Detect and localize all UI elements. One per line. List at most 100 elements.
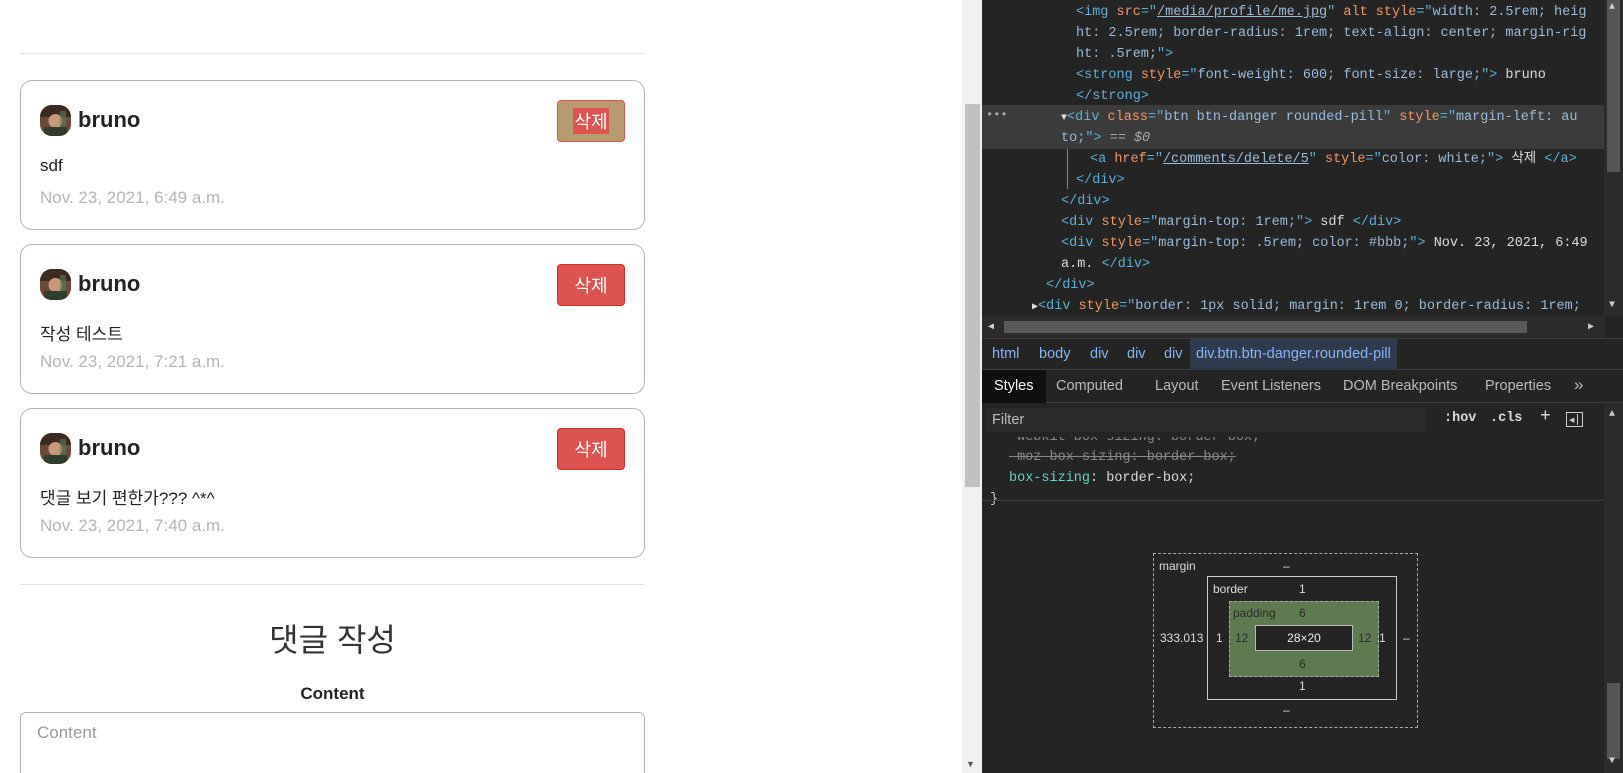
- tab-computed[interactable]: Computed: [1056, 378, 1123, 394]
- comment-body: 댓글 보기 편한가??? ^*^: [40, 489, 215, 508]
- padding-top-value[interactable]: 6: [1299, 606, 1306, 620]
- code-line[interactable]: </div>: [1076, 170, 1125, 191]
- comment-write-title: 댓글 작성: [269, 622, 396, 658]
- elements-hscrollbar[interactable]: ◀ ▶: [982, 316, 1605, 338]
- avatar: [40, 433, 71, 464]
- hov-button[interactable]: :hov: [1444, 411, 1476, 426]
- comment-date: Nov. 23, 2021, 6:49 a.m.: [40, 188, 225, 207]
- avatar: [40, 105, 71, 136]
- more-tabs-icon[interactable]: »: [1574, 375, 1583, 395]
- border-bottom-value[interactable]: 1: [1299, 679, 1306, 693]
- comment-date: Nov. 23, 2021, 7:40 a.m.: [40, 516, 225, 535]
- box-model-content[interactable]: 28×20: [1255, 625, 1353, 651]
- comment-card: bruno 삭제 댓글 보기 편한가??? ^*^ Nov. 23, 2021,…: [20, 408, 645, 558]
- code-line[interactable]: ▶<div style="border: 1px solid; margin: …: [1032, 296, 1581, 316]
- scroll-down-arrow-icon[interactable]: ▼: [966, 759, 975, 769]
- scroll-down-arrow-icon[interactable]: ▼: [1609, 756, 1615, 767]
- filter-bar: :hov .cls + ◀: [982, 403, 1623, 437]
- code-line[interactable]: ht: 2.5rem; border-radius: 1rem; text-al…: [1076, 23, 1586, 44]
- scroll-left-arrow-icon[interactable]: ◀: [988, 321, 994, 333]
- cls-button[interactable]: .cls: [1490, 411, 1522, 426]
- code-line[interactable]: </strong>: [1076, 86, 1149, 107]
- content-label: Content: [300, 684, 365, 703]
- page-scroll-thumb[interactable]: [965, 104, 980, 487]
- elements-hscroll-thumb[interactable]: [1004, 321, 1527, 333]
- styles-vscrollbar[interactable]: ▲ ▼: [1604, 403, 1623, 773]
- breadcrumb-item[interactable]: body: [1039, 346, 1070, 362]
- tab-event-listeners[interactable]: Event Listeners: [1221, 378, 1321, 394]
- elements-vscroll-thumb[interactable]: [1607, 0, 1620, 172]
- padding-label: padding: [1233, 606, 1276, 620]
- breadcrumb-item[interactable]: div: [1127, 346, 1146, 362]
- comment-body: sdf: [40, 156, 63, 175]
- style-declaration[interactable]: -moz-box-sizing: border-box;: [1009, 447, 1236, 468]
- divider: [20, 53, 645, 54]
- breadcrumb-item[interactable]: html: [992, 346, 1019, 362]
- elements-vscrollbar[interactable]: ▲ ▼: [1604, 0, 1623, 316]
- code-line[interactable]: <div style="margin-top: .5rem; color: #b…: [1061, 233, 1588, 254]
- delete-button-label[interactable]: 삭제: [573, 108, 609, 134]
- border-right-value[interactable]: 1: [1379, 631, 1386, 645]
- margin-left-value[interactable]: 333.013: [1160, 631, 1203, 645]
- style-declaration[interactable]: box-sizing: border-box;: [1009, 468, 1195, 489]
- comment-date: Nov. 23, 2021, 7:21 a.m.: [40, 352, 225, 371]
- page-scrollbar[interactable]: ▼: [962, 0, 982, 773]
- code-line[interactable]: <div style="margin-top: 1rem;"> sdf </di…: [1061, 212, 1401, 233]
- margin-bottom-value[interactable]: –: [1283, 703, 1290, 717]
- selected-code-line[interactable]: ▼<div class="btn btn-danger rounded-pill…: [1061, 107, 1577, 128]
- web-page: bruno 삭제 sdf Nov. 23, 2021, 6:49 a.m. br…: [0, 0, 962, 773]
- tab-layout[interactable]: Layout: [1155, 378, 1199, 394]
- indent-guide: [1067, 149, 1068, 189]
- toggle-sidebar-icon[interactable]: ◀: [1566, 412, 1583, 427]
- scroll-down-arrow-icon[interactable]: ▼: [1609, 300, 1615, 311]
- delete-button[interactable]: 삭제: [557, 428, 625, 470]
- comment-card: bruno 삭제 sdf Nov. 23, 2021, 6:49 a.m.: [20, 80, 645, 230]
- divider: [982, 500, 1605, 501]
- padding-right-value[interactable]: 12: [1358, 631, 1371, 645]
- elements-tree: <img src="/media/profile/me.jpg" alt sty…: [982, 0, 1605, 316]
- breadcrumb: html body div div div div.btn.btn-danger…: [982, 338, 1623, 370]
- margin-label: margin: [1159, 559, 1196, 573]
- breadcrumb-item[interactable]: div: [1164, 346, 1183, 362]
- code-line[interactable]: <img src="/media/profile/me.jpg" alt sty…: [1076, 2, 1586, 23]
- delete-button[interactable]: 삭제: [557, 264, 625, 306]
- margin-top-value[interactable]: –: [1283, 559, 1290, 573]
- code-line[interactable]: a.m. </div>: [1061, 254, 1150, 275]
- comment-author: bruno: [78, 435, 141, 460]
- scroll-right-arrow-icon[interactable]: ▶: [1588, 321, 1594, 333]
- padding-left-value[interactable]: 12: [1235, 631, 1248, 645]
- styles-vscroll-thumb[interactable]: [1607, 683, 1620, 759]
- border-top-value[interactable]: 1: [1299, 582, 1306, 596]
- code-line[interactable]: </div>: [1046, 275, 1095, 296]
- scroll-up-arrow-icon[interactable]: ▲: [1609, 409, 1615, 420]
- tab-styles[interactable]: Styles: [982, 370, 1046, 403]
- padding-bottom-value[interactable]: 6: [1299, 657, 1306, 671]
- add-style-rule-icon[interactable]: +: [1540, 407, 1551, 427]
- styles-tabbar: Styles Computed Layout Event Listeners D…: [982, 370, 1623, 403]
- breadcrumb-item[interactable]: div: [1090, 346, 1109, 362]
- selected-code-line[interactable]: to;"> == $0: [1061, 128, 1150, 149]
- divider: [20, 584, 645, 585]
- tab-dom-breakpoints[interactable]: DOM Breakpoints: [1343, 378, 1457, 394]
- content-input[interactable]: [20, 712, 645, 773]
- code-line[interactable]: </div>: [1061, 191, 1110, 212]
- more-options-icon[interactable]: •••: [986, 108, 1008, 122]
- border-label: border: [1213, 582, 1248, 596]
- tab-properties[interactable]: Properties: [1485, 378, 1551, 394]
- scroll-up-arrow-icon[interactable]: ▲: [1609, 2, 1615, 13]
- delete-button[interactable]: 삭제: [557, 100, 625, 142]
- styles-pane: -webkit-box-sizing: border-box; -moz-box…: [982, 437, 1605, 773]
- breadcrumb-item-active[interactable]: div.btn.btn-danger.rounded-pill: [1190, 339, 1397, 370]
- margin-right-value[interactable]: –: [1403, 631, 1410, 645]
- comment-author: bruno: [78, 107, 141, 132]
- comment-body: 작성 테스트: [40, 325, 123, 344]
- border-left-value[interactable]: 1: [1216, 631, 1223, 645]
- avatar: [40, 269, 71, 300]
- code-line[interactable]: <a href="/comments/delete/5" style="colo…: [1090, 149, 1577, 170]
- code-line[interactable]: <strong style="font-weight: 600; font-si…: [1076, 65, 1546, 86]
- filter-input[interactable]: [986, 408, 1426, 432]
- code-line[interactable]: ht: .5rem;">: [1076, 44, 1173, 65]
- comment-author: bruno: [78, 271, 141, 296]
- comment-card: bruno 삭제 작성 테스트 Nov. 23, 2021, 7:21 a.m.: [20, 244, 645, 394]
- devtools-panel: <img src="/media/profile/me.jpg" alt sty…: [982, 0, 1623, 773]
